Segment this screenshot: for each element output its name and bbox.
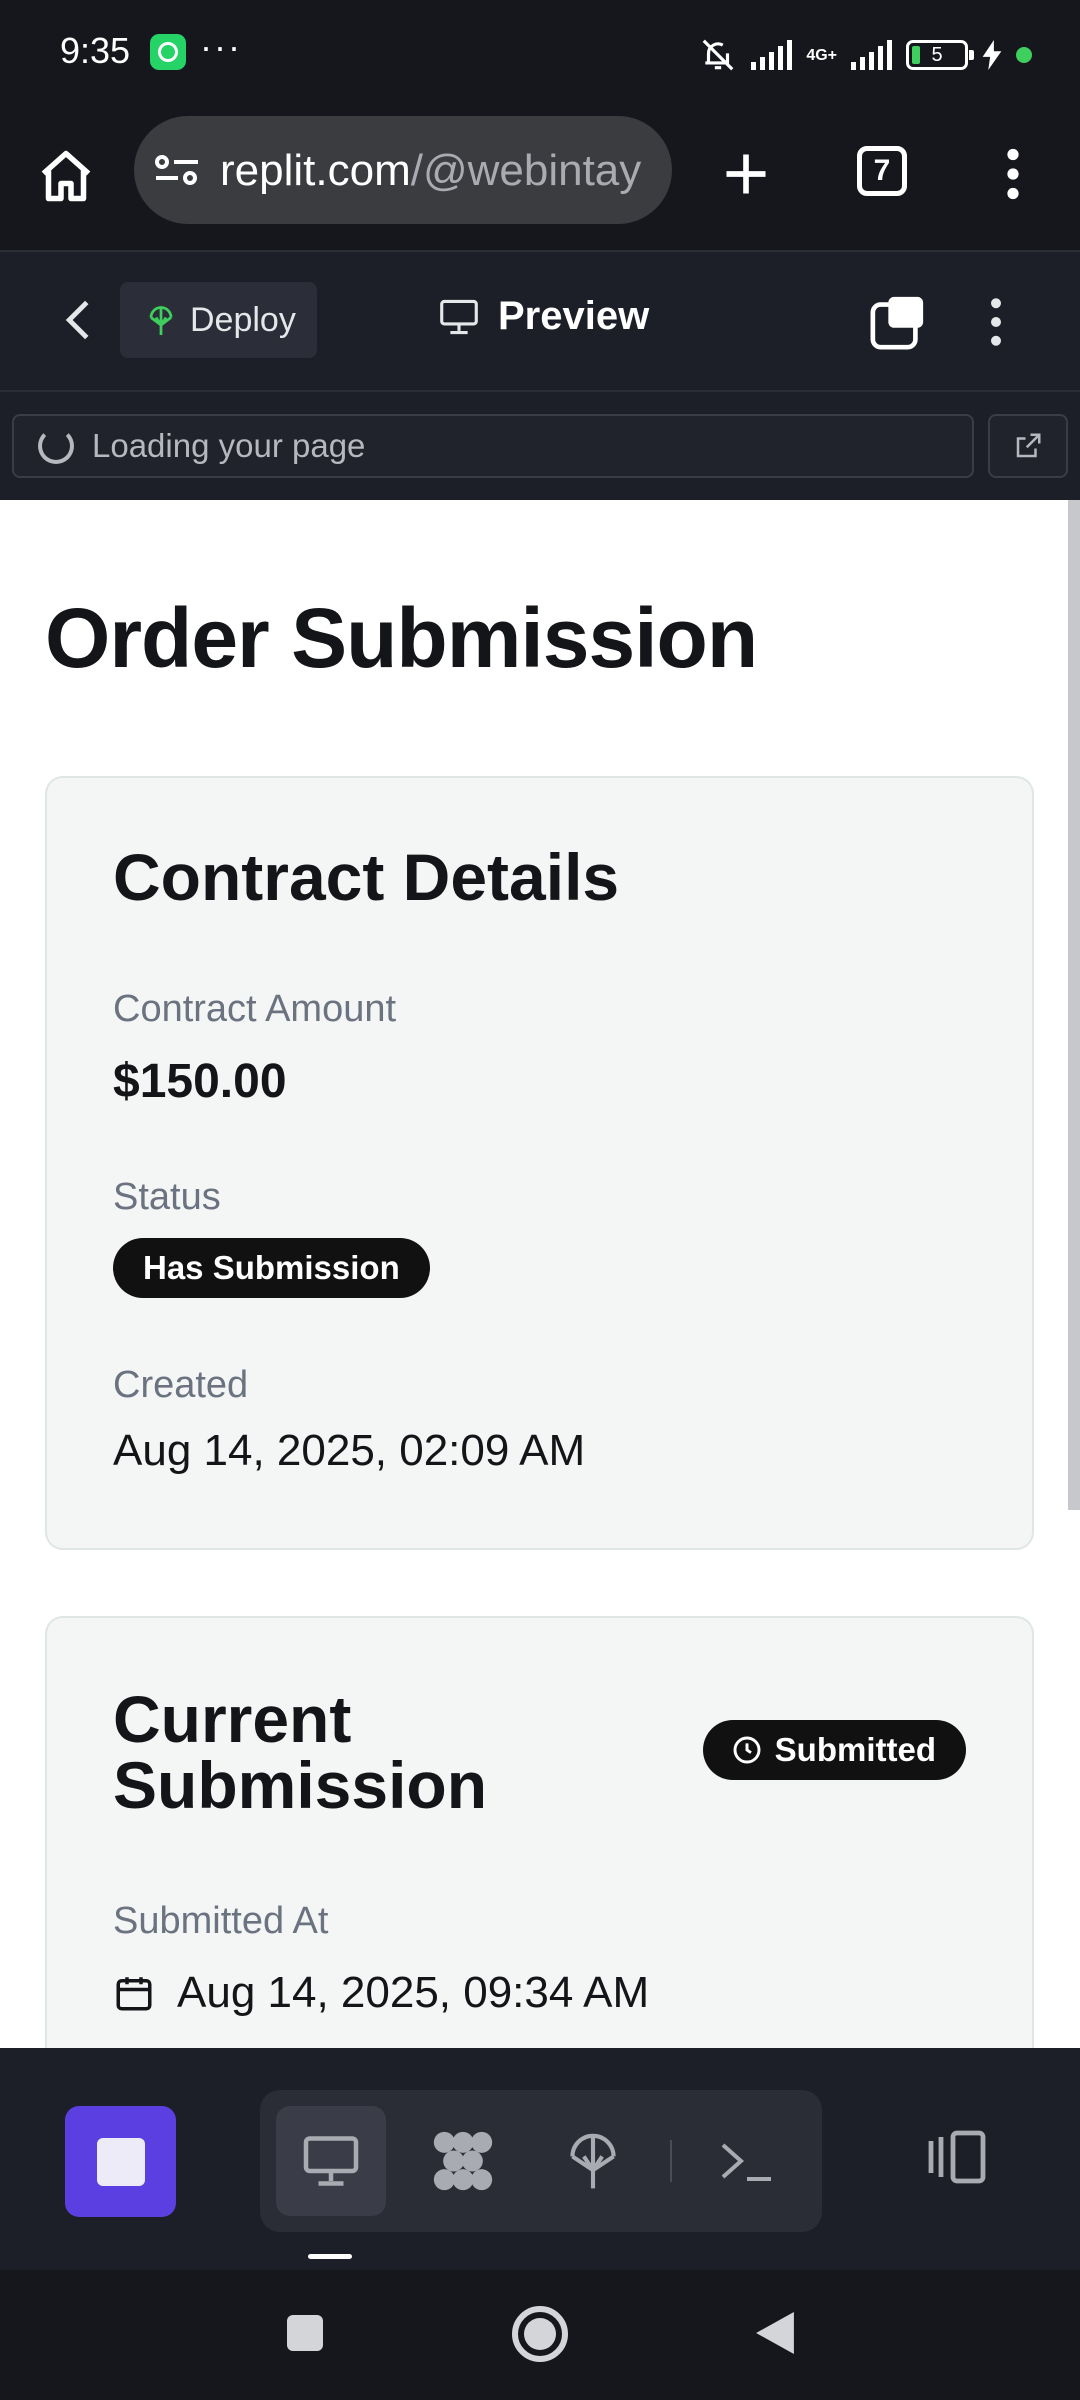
- tab-switcher-button[interactable]: 7: [857, 146, 907, 196]
- monitor-icon: [440, 299, 478, 334]
- url-path: /@webintay: [410, 146, 642, 195]
- submission-title-line1: Current: [113, 1682, 352, 1756]
- deploy-button[interactable]: Deploy: [120, 282, 317, 358]
- home-icon[interactable]: [30, 140, 102, 212]
- contract-card-title: Contract Details: [113, 840, 620, 914]
- open-external-button[interactable]: [988, 414, 1068, 478]
- stop-icon: [96, 2137, 145, 2186]
- whatsapp-icon: [150, 34, 186, 70]
- privacy-indicator-dot: [1016, 47, 1032, 63]
- charging-icon: [982, 40, 1002, 70]
- status-time: 9:35: [60, 30, 131, 71]
- deploy-icon: [149, 306, 173, 335]
- submission-title-line2: Submission: [113, 1748, 488, 1822]
- tab-count: 7: [873, 154, 891, 187]
- url-text: replit.com/@webintay: [220, 146, 641, 196]
- bell-off-icon: [702, 39, 734, 71]
- status-bar: 9:35 ··· 4G+ 5: [0, 0, 1080, 110]
- browser-menu-icon[interactable]: [990, 140, 1036, 208]
- deployments-pane-button[interactable]: [538, 2106, 648, 2216]
- preview-label: Preview: [498, 294, 650, 338]
- preview-tab[interactable]: Preview: [438, 294, 649, 339]
- stop-button[interactable]: [65, 2106, 176, 2217]
- home-nav-icon[interactable]: [508, 2302, 572, 2366]
- signal-icon: [751, 40, 793, 70]
- external-link-icon: [1016, 433, 1041, 458]
- android-nav-bar: [0, 2270, 1080, 2400]
- current-submission-card: Current Submission Submitted Submitted A…: [45, 1616, 1034, 2048]
- contract-amount-label: Contract Amount: [113, 988, 397, 1030]
- submitted-badge-label: Submitted: [774, 1731, 936, 1768]
- network-type: 4G+: [806, 46, 837, 64]
- recents-icon[interactable]: [282, 2310, 328, 2356]
- preview-url-bar: Loading your page: [0, 390, 1080, 500]
- signal-icon-2: [851, 40, 892, 70]
- monitor-icon: [303, 2136, 359, 2186]
- url-bar[interactable]: replit.com/@webintay: [134, 116, 672, 224]
- preview-pane-button[interactable]: [276, 2106, 386, 2216]
- contract-amount-value: $150.00: [113, 1055, 287, 1108]
- loading-text: Loading your page: [92, 427, 366, 464]
- submitted-at-label: Submitted At: [113, 1900, 329, 1942]
- submitted-at-value: Aug 14, 2025, 09:34 AM: [177, 1968, 650, 2017]
- browser-toolbar: replit.com/@webintay 7: [0, 110, 1080, 250]
- contract-details-card: Contract Details Contract Amount $150.00…: [45, 776, 1034, 1550]
- agent-pane-button[interactable]: [408, 2106, 518, 2216]
- back-icon[interactable]: [50, 292, 106, 348]
- preview-address-field[interactable]: Loading your page: [12, 414, 974, 478]
- agent-icon: [433, 2131, 493, 2191]
- replit-header: Deploy Preview: [0, 250, 1080, 390]
- terminal-icon: [721, 2143, 771, 2181]
- clock-icon: [733, 1736, 761, 1764]
- new-tab-icon[interactable]: [712, 140, 780, 208]
- replit-bottom-toolbar: [0, 2048, 1080, 2270]
- layout-toggle-icon[interactable]: [922, 2122, 992, 2192]
- battery-icon: 5: [906, 40, 974, 70]
- scrollbar[interactable]: [1068, 500, 1080, 1510]
- site-settings-icon[interactable]: [154, 154, 200, 186]
- status-badge: Has Submission: [113, 1238, 430, 1298]
- loading-spinner-icon: [38, 428, 74, 464]
- pane-switch-icon[interactable]: [868, 292, 928, 352]
- status-label: Status: [113, 1176, 221, 1218]
- deploy-icon: [570, 2133, 616, 2189]
- pane-menu-icon[interactable]: [976, 292, 1016, 352]
- created-label: Created: [113, 1364, 249, 1406]
- shell-pane-button[interactable]: [692, 2106, 802, 2216]
- submission-card-title: Current Submission: [113, 1686, 487, 1818]
- back-nav-icon[interactable]: [748, 2306, 802, 2360]
- page-title: Order Submission: [45, 591, 758, 685]
- url-domain: replit.com: [220, 146, 411, 195]
- submitted-at-row: Aug 14, 2025, 09:34 AM: [113, 1968, 649, 2018]
- created-value: Aug 14, 2025, 02:09 AM: [113, 1426, 586, 1475]
- battery-level: 5: [931, 43, 943, 66]
- calendar-icon: [116, 1977, 152, 2011]
- active-pane-indicator: [308, 2254, 352, 2259]
- toolbar-divider: [670, 2140, 672, 2182]
- pane-toolbar: [260, 2090, 822, 2232]
- preview-page: Order Submission Contract Details Contra…: [0, 500, 1080, 2048]
- more-notifications-icon: ···: [200, 26, 242, 67]
- submitted-badge: Submitted: [702, 1720, 966, 1780]
- deploy-label: Deploy: [190, 300, 296, 339]
